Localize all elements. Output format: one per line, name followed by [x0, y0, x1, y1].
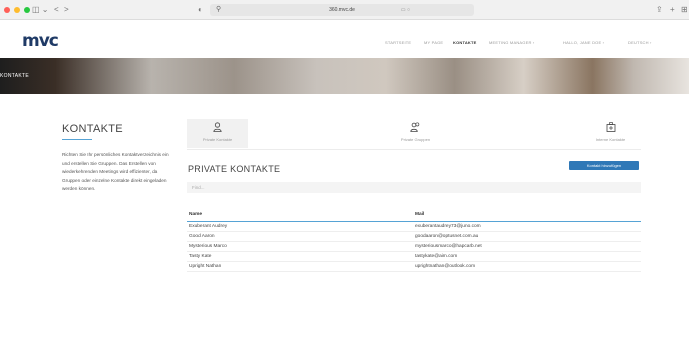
contact-name: Exuberant Audrey [189, 224, 228, 229]
nav-my-page[interactable]: MY PAGE [424, 39, 443, 47]
contact-name: Good Aaron [189, 234, 215, 239]
building-icon [580, 122, 641, 135]
window-controls [4, 7, 30, 13]
column-header-mail[interactable]: Mail [415, 212, 424, 217]
new-tab-button[interactable]: + [670, 4, 675, 16]
reader-badge[interactable]: ▭ ○ [401, 6, 410, 14]
user-icon [187, 122, 248, 135]
forward-button[interactable]: > [64, 4, 69, 16]
contact-mail: uprightnathan@outlook.com [415, 264, 476, 269]
browser-toolbar: ◫ ⌄ < > ◐ ⚲ 360.mvc.de ▭ ○ ⇪ + ⊞ [0, 0, 689, 20]
contact-mail: tastykate@aim.com [415, 254, 458, 259]
tab-private-kontakte[interactable]: Private Kontakte [187, 122, 248, 144]
sidebar-description: Richten Sie Ihr persönliches Kontaktverz… [62, 152, 169, 192]
nav-user-menu[interactable]: HALLO, JANE DOE › [563, 39, 604, 47]
table-row[interactable]: Mysterious Marco mysteriousmarco@hapcarb… [187, 242, 641, 252]
back-button[interactable]: < [54, 4, 59, 16]
contacts-table: Name Mail Exuberant Audrey exuberantaudr… [187, 208, 641, 272]
contact-mail: goodaaron@optusnet.com.au [415, 234, 479, 239]
privacy-icon[interactable]: ◐ [198, 4, 203, 16]
column-header-name[interactable]: Name [189, 212, 202, 217]
nav-language[interactable]: DEUTSCH › [628, 39, 652, 47]
zoom-window-button[interactable] [24, 7, 30, 13]
search-input[interactable] [187, 182, 641, 193]
address-bar[interactable]: ⚲ 360.mvc.de ▭ ○ [210, 4, 474, 16]
main-nav: STARTSEITE MY PAGE KONTAKTE MEETING MANA… [0, 39, 689, 47]
section-title: PRIVATE KONTAKTE [188, 164, 281, 174]
sidebar-toggle-icon[interactable]: ◫ ⌄ [32, 4, 48, 16]
add-contact-button[interactable]: Kontakt hinzufügen [569, 161, 639, 170]
table-row[interactable]: Exuberant Audrey exuberantaudrey73@juno.… [187, 222, 641, 232]
tab-label: Private Kontakte [202, 137, 233, 142]
share-icon[interactable]: ⇪ [656, 4, 663, 16]
banner-title: KONTAKTE [0, 73, 29, 79]
contact-name: Tasty Kate [189, 254, 212, 259]
table-row[interactable]: Good Aaron goodaaron@optusnet.com.au [187, 232, 641, 242]
contact-name: Upright Nathan [189, 264, 222, 269]
sidebar-title: KONTAKTE [62, 123, 123, 135]
tabs-divider [187, 149, 641, 150]
group-icon [385, 122, 446, 135]
nav-meeting-manager[interactable]: MEETING MANAGER › [489, 39, 534, 47]
table-row[interactable]: Upright Nathan uprightnathan@outlook.com [187, 262, 641, 272]
tab-label: Private Gruppen [400, 137, 431, 142]
nav-startseite[interactable]: STARTSEITE [385, 39, 411, 47]
contact-mail: exuberantaudrey73@juno.com [415, 224, 481, 229]
page-banner: KONTAKTE [0, 58, 689, 94]
contact-name: Mysterious Marco [189, 244, 227, 249]
tab-overview-icon[interactable]: ⊞ [681, 4, 688, 16]
tab-label: Interne Kontakte [595, 137, 626, 142]
nav-kontakte[interactable]: KONTAKTE [453, 39, 477, 47]
url-text: 360.mvc.de [329, 7, 355, 13]
table-row[interactable]: Tasty Kate tastykate@aim.com [187, 252, 641, 262]
close-window-button[interactable] [4, 7, 10, 13]
tab-private-gruppen[interactable]: Private Gruppen [385, 122, 446, 144]
sidebar-title-underline [62, 139, 92, 140]
contact-mail: mysteriousmarco@hapcarb.net [415, 244, 482, 249]
minimize-window-button[interactable] [14, 7, 20, 13]
tab-interne-kontakte[interactable]: Interne Kontakte [580, 122, 641, 144]
table-header: Name Mail [187, 208, 641, 222]
